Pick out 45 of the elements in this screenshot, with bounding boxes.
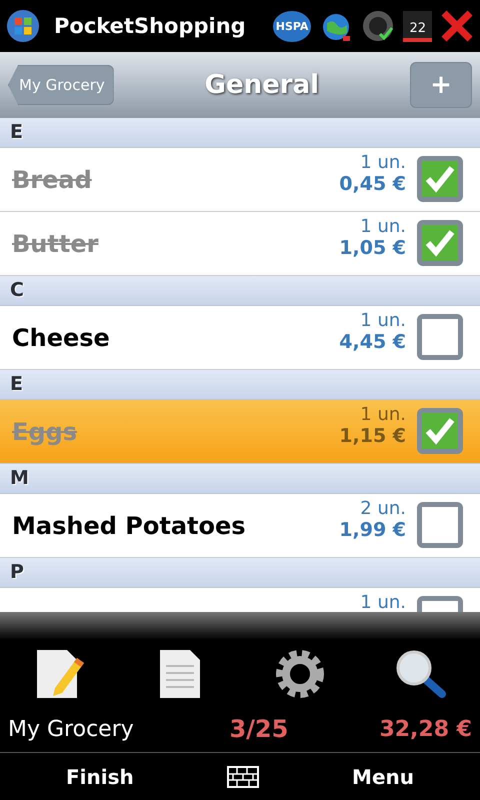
checkbox[interactable] bbox=[416, 155, 464, 203]
item-name: Bread bbox=[12, 166, 92, 194]
page-title: General bbox=[204, 70, 320, 100]
start-logo-icon[interactable] bbox=[6, 9, 40, 43]
item-quantity: 1 un. bbox=[360, 153, 406, 173]
item-price: 4,45 € bbox=[339, 331, 406, 353]
item-price: 0,45 € bbox=[339, 173, 406, 195]
item-price: 1,15 € bbox=[339, 425, 406, 447]
section-letter: E bbox=[0, 118, 480, 148]
finish-button[interactable]: Finish bbox=[60, 764, 140, 790]
close-icon[interactable] bbox=[440, 9, 474, 43]
list-item[interactable]: Eggs 1 un. 1,15 € bbox=[0, 400, 480, 464]
edit-document-icon[interactable] bbox=[34, 648, 86, 700]
item-name: Cheese bbox=[12, 324, 110, 352]
section-letter: P bbox=[0, 558, 480, 588]
search-icon[interactable] bbox=[394, 648, 446, 700]
item-name: Butter bbox=[12, 230, 98, 258]
section-letter: C bbox=[0, 276, 480, 306]
item-quantity: 1 un. bbox=[360, 405, 406, 425]
item-quantity: 2 un. bbox=[360, 499, 406, 519]
item-quantity: 1 un. bbox=[360, 311, 406, 331]
section-letter: E bbox=[0, 370, 480, 400]
add-button[interactable]: + bbox=[410, 62, 472, 108]
item-name: Eggs bbox=[12, 418, 78, 446]
checkbox[interactable] bbox=[416, 313, 464, 361]
network-indicator[interactable]: HSPA bbox=[272, 10, 312, 42]
item-price: 1,05 € bbox=[339, 237, 406, 259]
keyboard-icon[interactable] bbox=[226, 766, 259, 788]
section-letter: M bbox=[0, 464, 480, 494]
item-quantity: 1 un. bbox=[360, 593, 406, 612]
list-name: My Grocery bbox=[8, 716, 135, 742]
item-quantity: 1 un. bbox=[360, 217, 406, 237]
menu-button[interactable]: Menu bbox=[346, 764, 420, 790]
checkbox[interactable] bbox=[416, 407, 464, 455]
checkbox[interactable] bbox=[416, 219, 464, 267]
total-price: 32,28 € bbox=[379, 716, 472, 742]
date-indicator[interactable]: 22 bbox=[403, 10, 432, 42]
item-name: Mashed Potatoes bbox=[12, 512, 246, 540]
checkbox[interactable] bbox=[416, 501, 464, 549]
checked-count: 3/25 bbox=[229, 715, 290, 743]
back-button[interactable]: My Grocery bbox=[8, 65, 114, 105]
settings-icon[interactable] bbox=[274, 648, 326, 700]
app-title: PocketShopping bbox=[54, 14, 247, 38]
speaker-icon[interactable] bbox=[361, 9, 396, 43]
item-price: 1,99 € bbox=[339, 519, 406, 541]
